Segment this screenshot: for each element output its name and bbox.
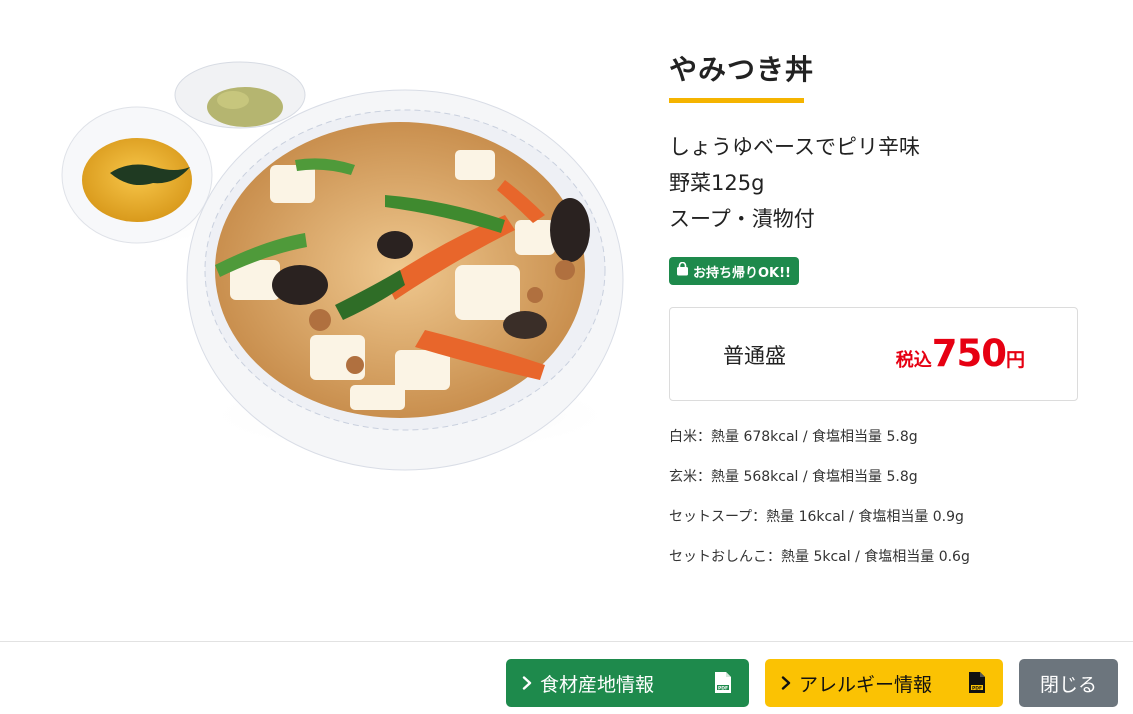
nutrition-item: セットスープ：熱量 16kcal / 食塩相当量 0.9g — [669, 509, 964, 525]
size-label: 普通盛 — [723, 344, 786, 368]
takeout-badge-label: お持ち帰りOK!! — [693, 265, 791, 281]
close-button[interactable]: 閉じる — [1019, 659, 1118, 707]
description-line: しょうゆベースでピリ辛味 — [669, 135, 920, 159]
origin-info-button[interactable]: 食材産地情報 PDF — [506, 659, 749, 707]
description-line: スープ・漬物付 — [669, 207, 815, 231]
product-info: やみつき丼 しょうゆベースでピリ辛味 野菜125g スープ・漬物付 お持ち帰りO… — [669, 50, 1079, 587]
modal-footer: 食材産地情報 PDF アレルギー情報 PDF 閉じる — [0, 641, 1133, 714]
price-box: 普通盛 税込750円 — [669, 307, 1078, 401]
product-title: やみつき丼 — [669, 53, 815, 86]
pdf-file-icon: PDF — [967, 671, 987, 699]
product-photo — [55, 55, 645, 475]
shopping-bag-icon — [676, 261, 689, 280]
nutrition-item: 玄米：熱量 568kcal / 食塩相当量 5.8g — [669, 469, 918, 485]
nutrition-item: 白米：熱量 678kcal / 食塩相当量 5.8g — [669, 429, 918, 445]
nutrition-item: セットおしんこ：熱量 5kcal / 食塩相当量 0.6g — [669, 549, 970, 565]
close-button-label: 閉じる — [1039, 673, 1097, 696]
product-description: しょうゆベースでピリ辛味 野菜125g スープ・漬物付 — [669, 129, 1079, 237]
svg-text:PDF: PDF — [972, 685, 982, 691]
price-unit: 円 — [1005, 349, 1025, 371]
price-prefix: 税込 — [895, 350, 932, 371]
nutrition-list: 白米：熱量 678kcal / 食塩相当量 5.8g 玄米：熱量 568kcal… — [669, 427, 1079, 587]
title-underline — [669, 98, 804, 103]
price-value: 750 — [931, 332, 1007, 375]
allergy-info-label: アレルギー情報 — [799, 673, 933, 696]
svg-text:PDF: PDF — [718, 685, 728, 691]
description-line: 野菜125g — [669, 171, 765, 195]
allergy-info-button[interactable]: アレルギー情報 PDF — [765, 659, 1003, 707]
takeout-badge: お持ち帰りOK!! — [669, 257, 799, 285]
price: 税込750円 — [896, 332, 1025, 375]
origin-info-label: 食材産地情報 — [540, 673, 655, 696]
pdf-file-icon: PDF — [713, 671, 733, 699]
chevron-right-icon — [781, 676, 791, 690]
chevron-right-icon — [522, 676, 532, 690]
